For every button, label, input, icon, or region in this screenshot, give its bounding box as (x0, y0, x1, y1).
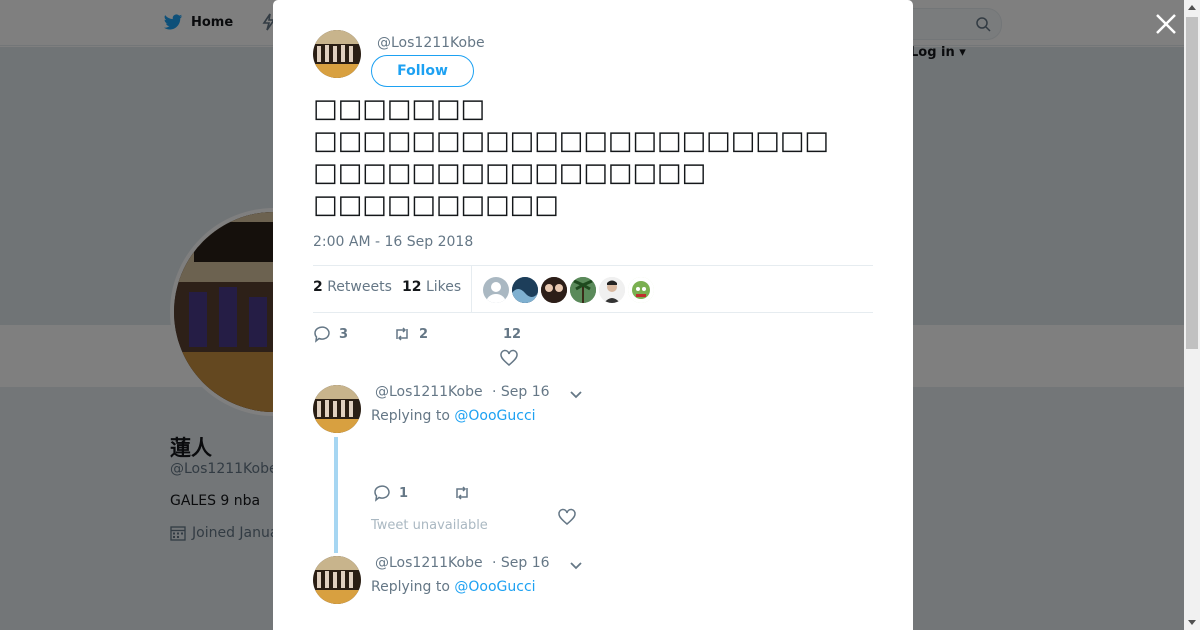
author-handle[interactable]: @Los1211Kobe (377, 35, 485, 51)
tweet-timestamp[interactable]: 2:00 AM - 16 Sep 2018 (313, 234, 473, 250)
replying-to: Replying to @OooGucci (371, 408, 536, 424)
reply-date[interactable]: · Sep 16 (492, 384, 550, 400)
retweet-count: 2 (419, 326, 429, 342)
thread-line (334, 437, 338, 553)
likes-stat[interactable]: 12 Likes (402, 279, 461, 295)
chevron-down-icon[interactable] (569, 389, 583, 399)
retweet-action[interactable] (453, 484, 471, 502)
avatar-image (313, 556, 361, 604)
close-icon[interactable] (1154, 12, 1178, 36)
scroll-up-arrow[interactable] (1188, 5, 1196, 10)
liker-avatar[interactable] (512, 277, 538, 303)
scrollbar-thumb[interactable] (1186, 17, 1198, 349)
scroll-down-arrow[interactable] (1188, 620, 1196, 625)
retweet-icon (396, 327, 408, 341)
reply-count: 3 (339, 326, 349, 342)
tweet-unavailable: Tweet unavailable (371, 518, 488, 533)
liker-avatar[interactable] (483, 277, 509, 303)
reply-count: 1 (399, 485, 409, 501)
replying-to-link[interactable]: @OooGucci (454, 579, 535, 595)
liker-avatar[interactable] (541, 277, 567, 303)
retweets-label: Retweets (327, 279, 392, 295)
reply-icon (374, 485, 390, 502)
heart-icon[interactable] (500, 349, 518, 367)
retweets-stat[interactable]: 2 Retweets (313, 279, 392, 295)
retweet-action[interactable]: 2 (393, 325, 428, 343)
person-image (599, 277, 625, 303)
likes-count: 12 (402, 279, 422, 295)
chevron-down-icon[interactable] (569, 560, 583, 570)
avatar-image (313, 385, 361, 433)
author-avatar[interactable] (313, 30, 361, 78)
wave-image (512, 277, 538, 303)
liker-avatar[interactable] (570, 277, 596, 303)
replying-to: Replying to @OooGucci (371, 579, 536, 595)
tweet-modal: @Los1211Kobe Follow □□□□□□□ □□□□□□□□□□□□… (273, 0, 913, 630)
likes-label: Likes (425, 279, 462, 295)
tweet-actions: 3 2 12 (313, 322, 873, 372)
tweet-text: □□□□□□□ □□□□□□□□□□□□□□□□□□□□□ □□□□□□□□□□… (313, 94, 829, 220)
people-image (541, 277, 567, 303)
reply-handle[interactable]: @Los1211Kobe (375, 555, 483, 571)
default-avatar-icon (486, 282, 506, 303)
reply-action[interactable]: 1 (373, 484, 408, 502)
replying-prefix: Replying to (371, 408, 450, 424)
like-count[interactable]: 12 (503, 327, 521, 342)
reply-avatar[interactable] (313, 556, 361, 604)
stats-divider (471, 266, 472, 312)
like-count-label: 12 (503, 327, 522, 342)
follow-button[interactable]: Follow (371, 55, 474, 87)
cartoon-image (628, 277, 654, 303)
retweet-icon (456, 486, 468, 500)
scrollbar[interactable] (1184, 0, 1200, 630)
reply-date[interactable]: · Sep 16 (492, 555, 550, 571)
replying-prefix: Replying to (371, 579, 450, 595)
reply-avatar[interactable] (313, 385, 361, 433)
liker-avatar[interactable] (599, 277, 625, 303)
retweets-count: 2 (313, 279, 323, 295)
avatar-image (313, 30, 361, 78)
palm-tree-image (570, 277, 596, 303)
reply-handle[interactable]: @Los1211Kobe (375, 384, 483, 400)
replying-to-link[interactable]: @OooGucci (454, 408, 535, 424)
reply-action[interactable]: 3 (313, 325, 348, 343)
heart-icon[interactable] (558, 508, 576, 526)
tweet-stats: 2 Retweets 12 Likes (313, 265, 873, 313)
liker-avatar[interactable] (628, 277, 654, 303)
reply-icon (314, 326, 330, 343)
